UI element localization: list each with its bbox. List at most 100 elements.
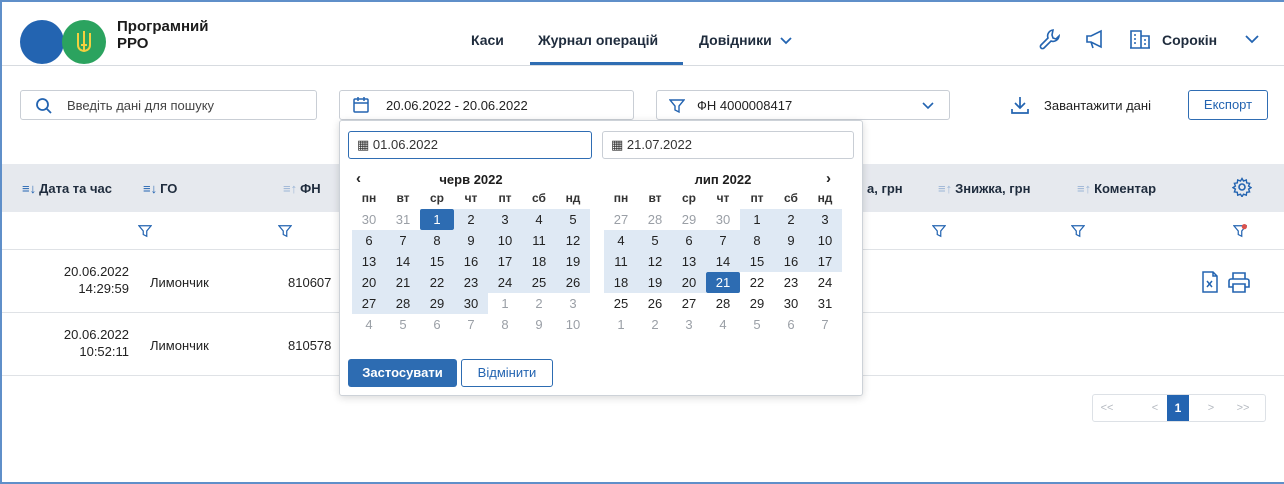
calendar-day[interactable]: 7 [808, 314, 842, 335]
calendar-day[interactable]: 10 [488, 230, 522, 251]
calendar-day[interactable]: 3 [672, 314, 706, 335]
calendar-day[interactable]: 5 [556, 209, 590, 230]
calendar-day[interactable]: 7 [386, 230, 420, 251]
calendar-day[interactable]: 8 [488, 314, 522, 335]
calendar-day[interactable]: 15 [420, 251, 454, 272]
date-range-field[interactable]: 20.06.2022 - 20.06.2022 [339, 90, 634, 120]
page-next-button[interactable]: > [1201, 395, 1221, 421]
calendar-day[interactable]: 29 [672, 209, 706, 230]
calendar-day[interactable]: 20 [672, 272, 706, 293]
calendar-day[interactable]: 28 [638, 209, 672, 230]
download-icon[interactable] [1010, 95, 1030, 115]
wrench-icon[interactable] [1038, 27, 1062, 51]
calendar-day[interactable]: 8 [740, 230, 774, 251]
calendar-day[interactable]: 17 [488, 251, 522, 272]
page-first-button[interactable]: << [1093, 395, 1121, 421]
calendar-day[interactable]: 10 [556, 314, 590, 335]
calendar-day[interactable]: 20 [352, 272, 386, 293]
cancel-button[interactable]: Відмінити [461, 359, 553, 387]
calendar-day[interactable]: 15 [740, 251, 774, 272]
calendar-day[interactable]: 14 [706, 251, 740, 272]
col-comment[interactable]: ≡↑ Коментар [1077, 181, 1156, 196]
calendar-day[interactable]: 3 [488, 209, 522, 230]
calendar-day[interactable]: 24 [488, 272, 522, 293]
calendar-day[interactable]: 5 [386, 314, 420, 335]
calendar-day[interactable]: 26 [556, 272, 590, 293]
calendar-day[interactable]: 3 [808, 209, 842, 230]
calendar-day[interactable]: 7 [454, 314, 488, 335]
calendar-day[interactable]: 13 [672, 251, 706, 272]
end-date-input[interactable]: ▦ 21.07.2022 [602, 131, 854, 159]
calendar-day[interactable]: 16 [454, 251, 488, 272]
nav-operations-log[interactable]: Журнал операцій [538, 32, 658, 48]
calendar-day[interactable]: 3 [556, 293, 590, 314]
calendar-day[interactable]: 6 [420, 314, 454, 335]
calendar-day[interactable]: 28 [706, 293, 740, 314]
calendar-day[interactable]: 17 [808, 251, 842, 272]
calendar-day[interactable]: 6 [774, 314, 808, 335]
calendar-day[interactable]: 2 [522, 293, 556, 314]
filter-icon[interactable] [932, 224, 946, 238]
calendar-day[interactable]: 11 [522, 230, 556, 251]
calendar-day[interactable]: 19 [638, 272, 672, 293]
calendar-day[interactable]: 29 [740, 293, 774, 314]
page-prev-button[interactable]: < [1143, 395, 1167, 421]
col-fn[interactable]: ≡↑ ФН [283, 181, 321, 196]
calendar-day[interactable]: 1 [740, 209, 774, 230]
calendar-day[interactable]: 4 [706, 314, 740, 335]
calendar-day[interactable]: 22 [740, 272, 774, 293]
calendar-day[interactable]: 7 [706, 230, 740, 251]
search-input[interactable]: Введіть дані для пошуку [20, 90, 317, 120]
filter-icon[interactable] [1071, 224, 1085, 238]
calendar-day[interactable]: 30 [706, 209, 740, 230]
apply-button[interactable]: Застосувати [348, 359, 457, 387]
col-datetime[interactable]: ≡↓ Дата та час [22, 181, 112, 196]
calendar-day[interactable]: 27 [672, 293, 706, 314]
col-go[interactable]: ≡↓ ГО [143, 181, 177, 196]
calendar-day[interactable]: 9 [454, 230, 488, 251]
calendar-day[interactable]: 30 [454, 293, 488, 314]
calendar-day[interactable]: 16 [774, 251, 808, 272]
calendar-day[interactable]: 1 [488, 293, 522, 314]
filter-icon[interactable] [138, 224, 152, 238]
chevron-down-icon[interactable] [1240, 27, 1264, 51]
calendar-day[interactable]: 5 [638, 230, 672, 251]
calendar-day[interactable]: 2 [638, 314, 672, 335]
fn-filter-select[interactable]: ФН 4000008417 [656, 90, 950, 120]
calendar-day[interactable]: 11 [604, 251, 638, 272]
calendar-day[interactable]: 21 [386, 272, 420, 293]
calendar-day[interactable]: 12 [556, 230, 590, 251]
clear-filters-icon[interactable] [1233, 224, 1247, 238]
calendar-day[interactable]: 22 [420, 272, 454, 293]
calendar-day[interactable]: 13 [352, 251, 386, 272]
calendar-day[interactable]: 18 [522, 251, 556, 272]
next-month-button[interactable]: › [826, 170, 831, 187]
calendar-day[interactable]: 28 [386, 293, 420, 314]
start-date-input[interactable]: ▦ 01.06.2022 [348, 131, 592, 159]
calendar-day[interactable]: 25 [604, 293, 638, 314]
calendar-day[interactable]: 9 [774, 230, 808, 251]
calendar-day[interactable]: 4 [352, 314, 386, 335]
excel-file-icon[interactable] [1200, 271, 1220, 293]
calendar-day[interactable]: 9 [522, 314, 556, 335]
calendar-day[interactable]: 23 [454, 272, 488, 293]
calendar-day[interactable]: 26 [638, 293, 672, 314]
calendar-day[interactable]: 25 [522, 272, 556, 293]
calendar-day[interactable]: 4 [522, 209, 556, 230]
calendar-day[interactable]: 24 [808, 272, 842, 293]
calendar-day[interactable]: 27 [604, 209, 638, 230]
calendar-day[interactable]: 2 [454, 209, 488, 230]
calendar-day[interactable]: 5 [740, 314, 774, 335]
calendar-day[interactable]: 21 [706, 272, 740, 293]
calendar-day[interactable]: 2 [774, 209, 808, 230]
nav-kasy[interactable]: Каси [471, 32, 504, 48]
user-name[interactable]: Сорокін [1162, 32, 1217, 48]
calendar-day[interactable]: 1 [604, 314, 638, 335]
calendar-day[interactable]: 19 [556, 251, 590, 272]
print-icon[interactable] [1228, 271, 1250, 293]
calendar-day[interactable]: 23 [774, 272, 808, 293]
download-data-link[interactable]: Завантажити дані [1044, 98, 1151, 113]
calendar-day[interactable]: 8 [420, 230, 454, 251]
calendar-day[interactable]: 31 [386, 209, 420, 230]
calendar-day[interactable]: 30 [774, 293, 808, 314]
